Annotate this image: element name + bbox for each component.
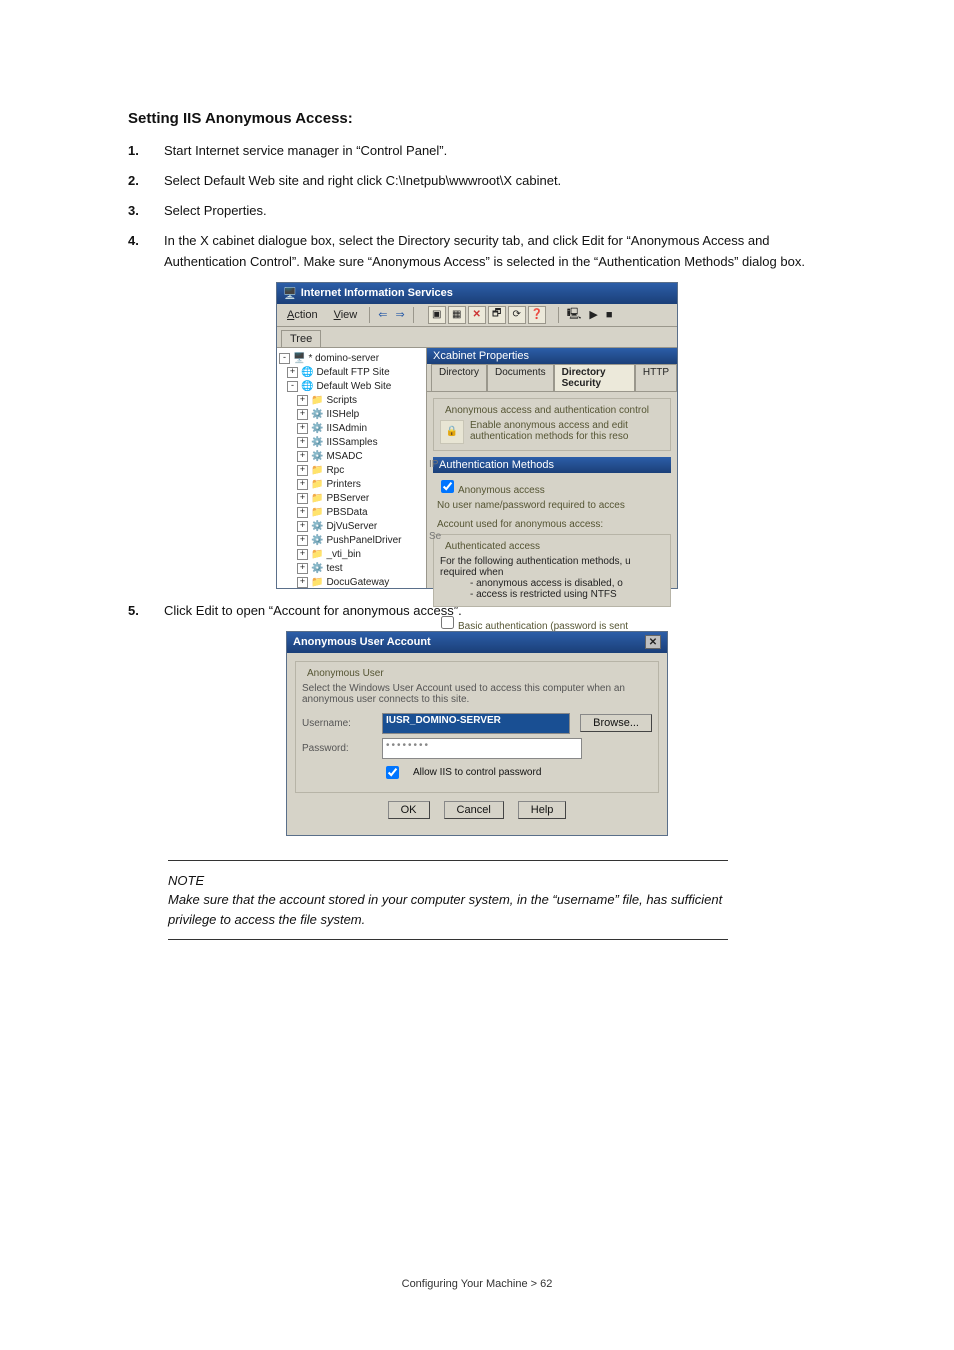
help-button[interactable]: Help (518, 801, 567, 819)
toolbar-play-icon[interactable]: ▶ (589, 308, 597, 321)
properties-tabs: Directory Documents Directory Security H… (427, 364, 677, 392)
cancel-button[interactable]: Cancel (444, 801, 504, 819)
iis-window: 🖥️ Internet Information Services Action … (276, 282, 678, 589)
step-4: 4.In the X cabinet dialogue box, select … (128, 231, 826, 271)
toolbar-btn-1[interactable]: ▣ (428, 306, 446, 324)
tree-node[interactable]: +⚙️DjVuServer (297, 520, 424, 534)
ok-button[interactable]: OK (388, 801, 430, 819)
anon-group: Anonymous access and authentication cont… (433, 398, 671, 451)
side-ip: IP (429, 459, 438, 470)
note-block: NOTE Make sure that the account stored i… (168, 860, 728, 941)
username-field[interactable]: IUSR_DOMINO-SERVER (382, 713, 570, 734)
nav-back-icon[interactable]: ⇐ (378, 308, 387, 321)
menu-action[interactable]: Action (283, 309, 322, 321)
tree-node[interactable]: +⚙️IISHelp (297, 408, 424, 422)
username-label: Username: (302, 718, 372, 729)
tree-pane: -🖥️* domino-server +🌐Default FTP Site -🌐… (277, 348, 427, 588)
tree-node[interactable]: +⚙️PushPanelDriver (297, 534, 424, 548)
toolbar-delete-icon[interactable]: ✕ (468, 306, 486, 324)
tree-node[interactable]: +⚙️IISAdmin (297, 422, 424, 436)
close-icon[interactable]: ✕ (645, 635, 661, 649)
page-heading: Setting IIS Anonymous Access: (128, 110, 826, 127)
toolbar-computer-icon[interactable]: 🖳 (567, 305, 582, 324)
basic-auth-row[interactable]: Basic authentication (password is sent (437, 613, 667, 632)
anon-access-row[interactable]: Anonymous access (437, 477, 667, 496)
lock-icon: 🔒 (440, 420, 464, 444)
page-footer: Configuring Your Machine > 62 (0, 1278, 954, 1290)
iis-titlebar: 🖥️ Internet Information Services (277, 283, 677, 304)
tree-node[interactable]: +📁_vti_bin (297, 548, 424, 562)
authed-group: Authenticated access For the following a… (433, 534, 671, 607)
tree-node[interactable]: +📁Scripts (297, 394, 424, 408)
browse-button[interactable]: Browse... (580, 714, 652, 732)
tree-ftp[interactable]: +🌐Default FTP Site (287, 366, 424, 380)
app-icon: 🖥️ (283, 287, 297, 300)
proptab-security[interactable]: Directory Security (554, 364, 635, 391)
menu-view[interactable]: View (330, 309, 362, 321)
tree-node[interactable]: +📁DocuGateway (297, 576, 424, 588)
anon-user-group: Anonymous User Select the Windows User A… (295, 661, 659, 793)
iis-toolbar: Action View ⇐ ⇒ ▣ ▦ ✕ 🗗 ⟳ ❓ 🖳 ▶ ■ (277, 304, 677, 327)
xcabinet-titlebar: Xcabinet Properties (427, 348, 677, 364)
tree-node[interactable]: +📁PBSData (297, 506, 424, 520)
tree-node[interactable]: +⚙️MSADC (297, 450, 424, 464)
tab-tree[interactable]: Tree (281, 330, 321, 347)
toolbar-btn-5[interactable]: ⟳ (508, 306, 526, 324)
step-3: 3.Select Properties. (128, 201, 826, 221)
tree-node[interactable]: +⚙️IISSamples (297, 436, 424, 450)
step-1: 1.Start Internet service manager in “Con… (128, 141, 826, 161)
tree-node[interactable]: +📁Rpc (297, 464, 424, 478)
nav-fwd-icon[interactable]: ⇒ (395, 308, 404, 321)
proptab-directory[interactable]: Directory (431, 364, 487, 391)
password-label: Password: (302, 743, 372, 754)
toolbar-btn-4[interactable]: 🗗 (488, 306, 506, 324)
basic-auth-checkbox[interactable] (441, 616, 454, 629)
auth-methods-titlebar: Authentication Methods (433, 457, 671, 473)
toolbar-btn-6[interactable]: ❓ (528, 306, 546, 324)
allow-iis-checkbox[interactable] (386, 766, 399, 779)
tree-web[interactable]: -🌐Default Web Site (287, 380, 424, 394)
tree-node[interactable]: +📁PBServer (297, 492, 424, 506)
tree-node[interactable]: +📁Printers (297, 478, 424, 492)
step-2: 2.Select Default Web site and right clic… (128, 171, 826, 191)
proptab-documents[interactable]: Documents (487, 364, 554, 391)
toolbar-btn-2[interactable]: ▦ (448, 306, 466, 324)
toolbar-stop-icon[interactable]: ■ (606, 309, 613, 321)
anon-access-checkbox[interactable] (441, 480, 454, 493)
tree-node[interactable]: +⚙️test (297, 562, 424, 576)
proptab-http[interactable]: HTTP (635, 364, 677, 391)
anon-user-dialog: Anonymous User Account ✕ Anonymous User … (286, 631, 668, 836)
side-se: Se (429, 531, 441, 542)
tree-root[interactable]: -🖥️* domino-server (279, 352, 424, 366)
password-field[interactable]: •••••••• (382, 738, 582, 759)
